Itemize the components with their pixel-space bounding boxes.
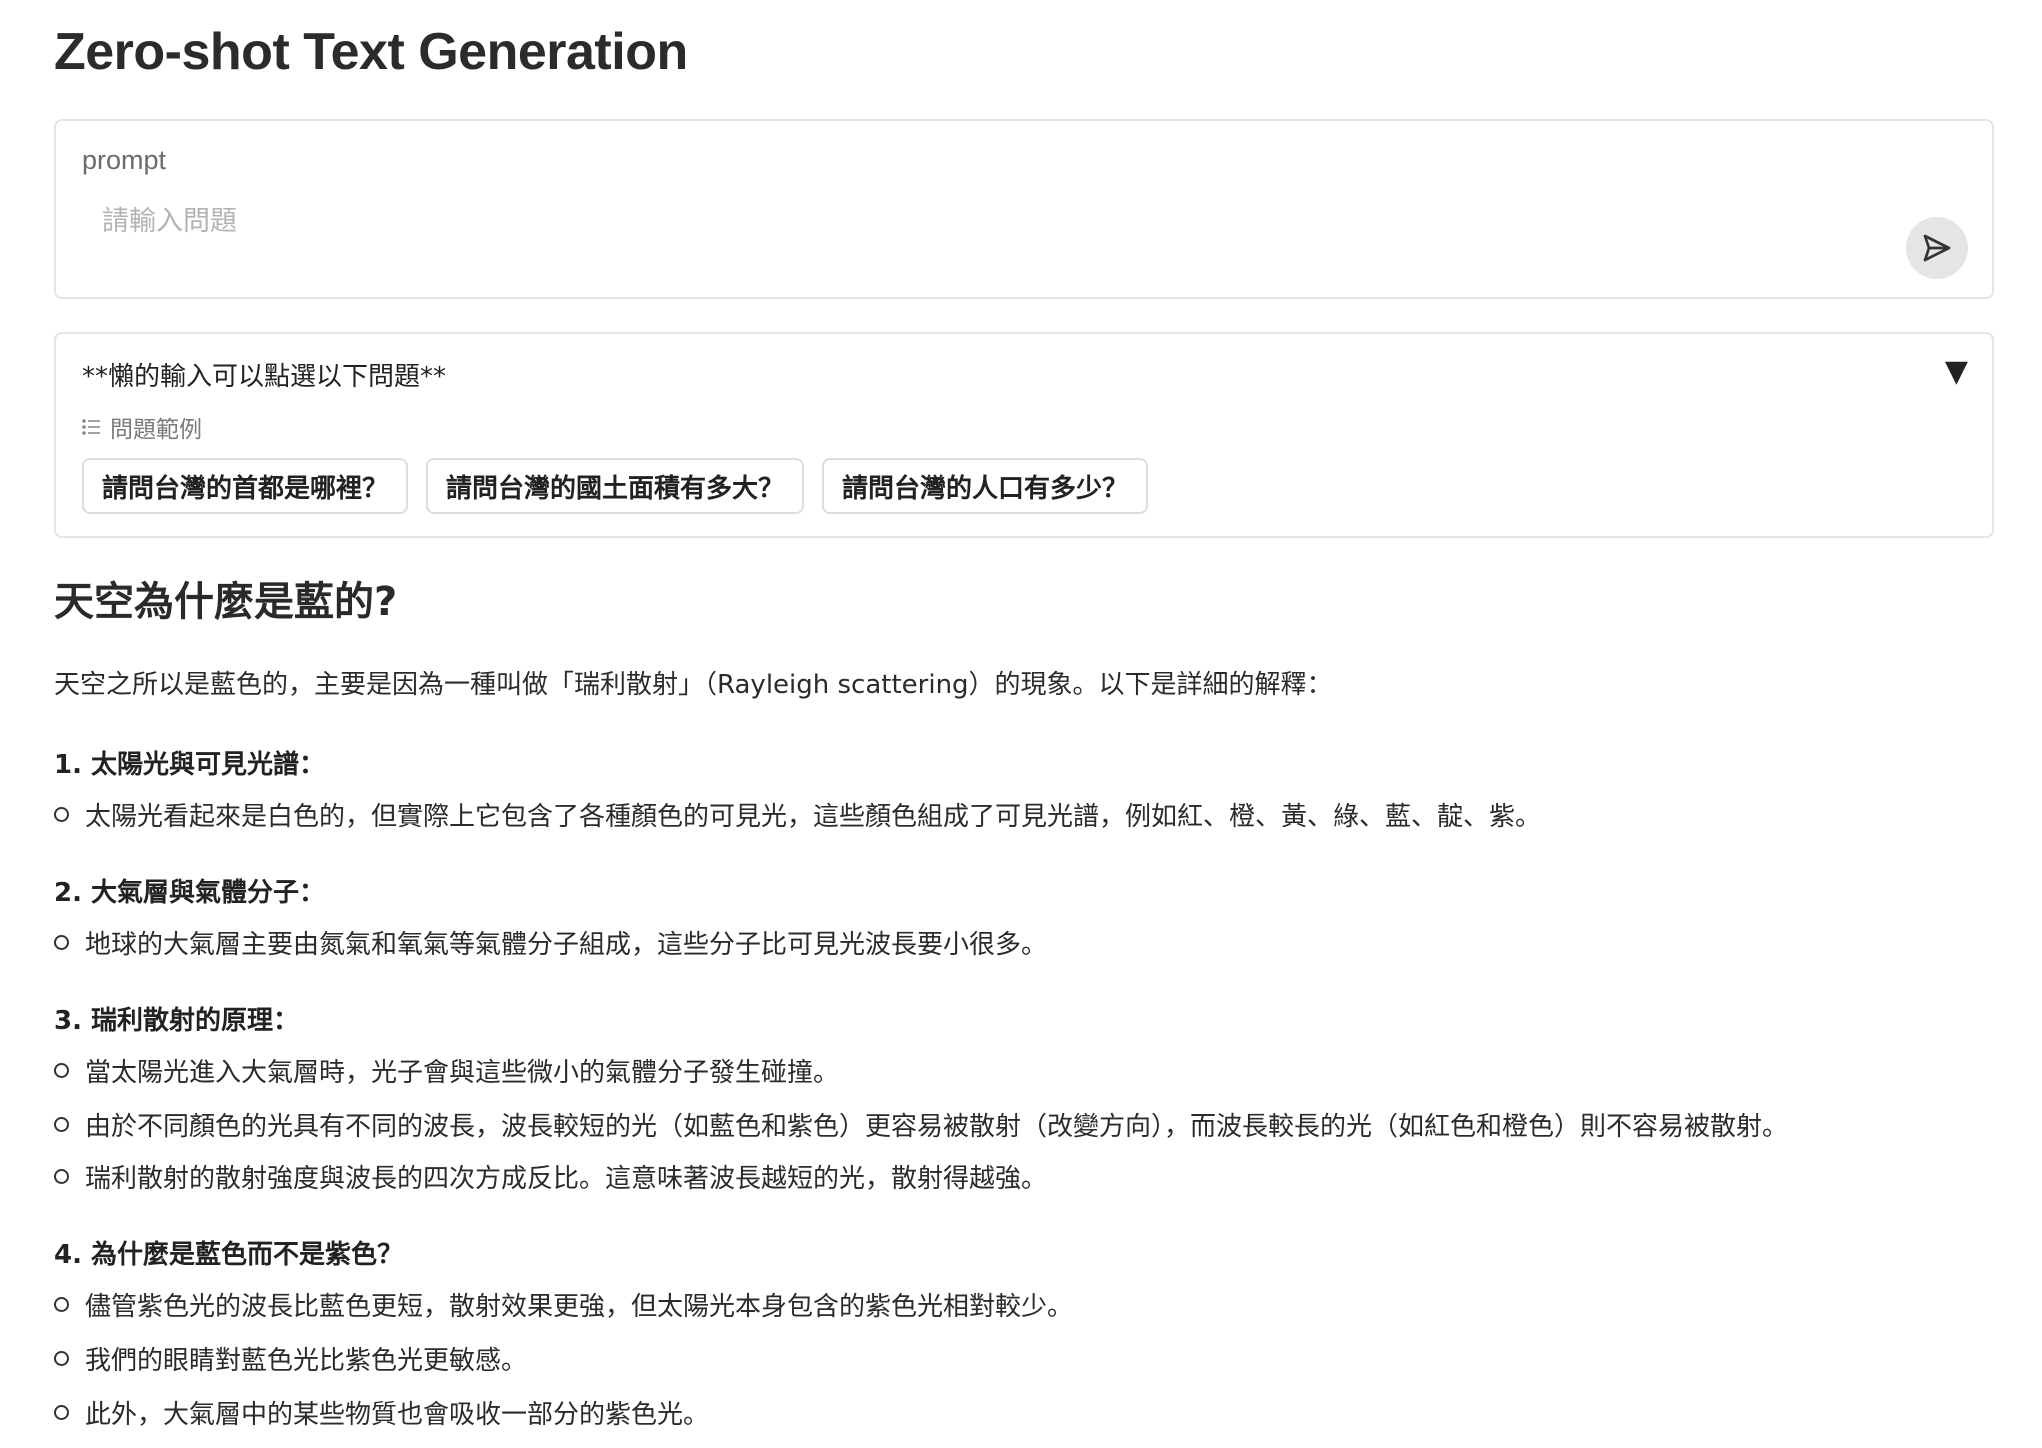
list-item: 地球的大氣層主要由氮氣和氧氣等氣體分子組成，這些分子比可見光波長要小很多。 xyxy=(54,924,1047,961)
list-item: 瑞利散射的散射強度與波長的四次方成反比。這意味著波長越短的光，散射得越強。 xyxy=(54,1158,1047,1195)
triangle-down-icon[interactable]: ▼ xyxy=(1945,354,1968,389)
bullet-circle-icon xyxy=(54,1297,69,1312)
bullet-circle-icon xyxy=(54,1169,69,1184)
prompt-panel: prompt xyxy=(54,119,1994,299)
list-icon xyxy=(82,419,100,435)
example-chip[interactable]: 請問台灣的人口有多少？ xyxy=(822,458,1149,514)
page-title: Zero-shot Text Generation xyxy=(54,23,688,81)
examples-header: **懶的輸入可以點選以下問題** xyxy=(82,362,447,392)
examples-panel: **懶的輸入可以點選以下問題** ▼ 問題範例 請問台灣的首都是哪裡？ 請問台灣… xyxy=(54,332,1994,538)
list-item: 儘管紫色光的波長比藍色更短，散射效果更強，但太陽光本身包含的紫色光相對較少。 xyxy=(54,1286,1073,1323)
bullet-circle-icon xyxy=(54,1351,69,1366)
list-item: 我們的眼睛對藍色光比紫色光更敏感。 xyxy=(54,1340,527,1377)
examples-label: 問題範例 xyxy=(82,410,202,444)
prompt-label: prompt xyxy=(82,145,167,175)
app-page: Zero-shot Text Generation prompt **懶的輸入可… xyxy=(0,0,2042,1448)
bullet-circle-icon xyxy=(54,1117,69,1132)
answer-heading: 天空為什麼是藍的? xyxy=(54,579,398,625)
bullet-circle-icon xyxy=(54,1063,69,1078)
send-icon xyxy=(1923,234,1951,262)
example-chips: 請問台灣的首都是哪裡？ 請問台灣的國土面積有多大？ 請問台灣的人口有多少？ xyxy=(82,458,1149,514)
list-item: 當太陽光進入大氣層時，光子會與這些微小的氣體分子發生碰撞。 xyxy=(54,1052,839,1089)
examples-label-text: 問題範例 xyxy=(110,417,202,443)
section-title: 1. 太陽光與可見光譜： xyxy=(54,750,326,780)
list-item: 太陽光看起來是白色的，但實際上它包含了各種顏色的可見光，這些顏色組成了可見光譜，… xyxy=(54,796,1541,833)
bullet-circle-icon xyxy=(54,935,69,950)
example-chip[interactable]: 請問台灣的首都是哪裡？ xyxy=(82,458,409,514)
bullet-circle-icon xyxy=(54,1405,69,1420)
list-item: 此外，大氣層中的某些物質也會吸收一部分的紫色光。 xyxy=(54,1394,709,1431)
prompt-input[interactable] xyxy=(78,193,1878,249)
send-button[interactable] xyxy=(1906,217,1968,279)
section-title: 2. 大氣層與氣體分子： xyxy=(54,878,326,908)
section-title: 3. 瑞利散射的原理： xyxy=(54,1006,300,1036)
bullet-circle-icon xyxy=(54,807,69,822)
answer-content: 天空為什麼是藍的? 天空之所以是藍色的，主要是因為一種叫做「瑞利散射」（Rayl… xyxy=(54,568,1954,1430)
example-chip[interactable]: 請問台灣的國土面積有多大？ xyxy=(426,458,805,514)
list-item: 由於不同顏色的光具有不同的波長，波長較短的光（如藍色和紫色）更容易被散射（改變方… xyxy=(54,1106,1788,1143)
answer-intro: 天空之所以是藍色的，主要是因為一種叫做「瑞利散射」（Rayleigh scatt… xyxy=(54,670,1333,700)
section-title: 4. 為什麼是藍色而不是紫色？ xyxy=(54,1240,404,1270)
